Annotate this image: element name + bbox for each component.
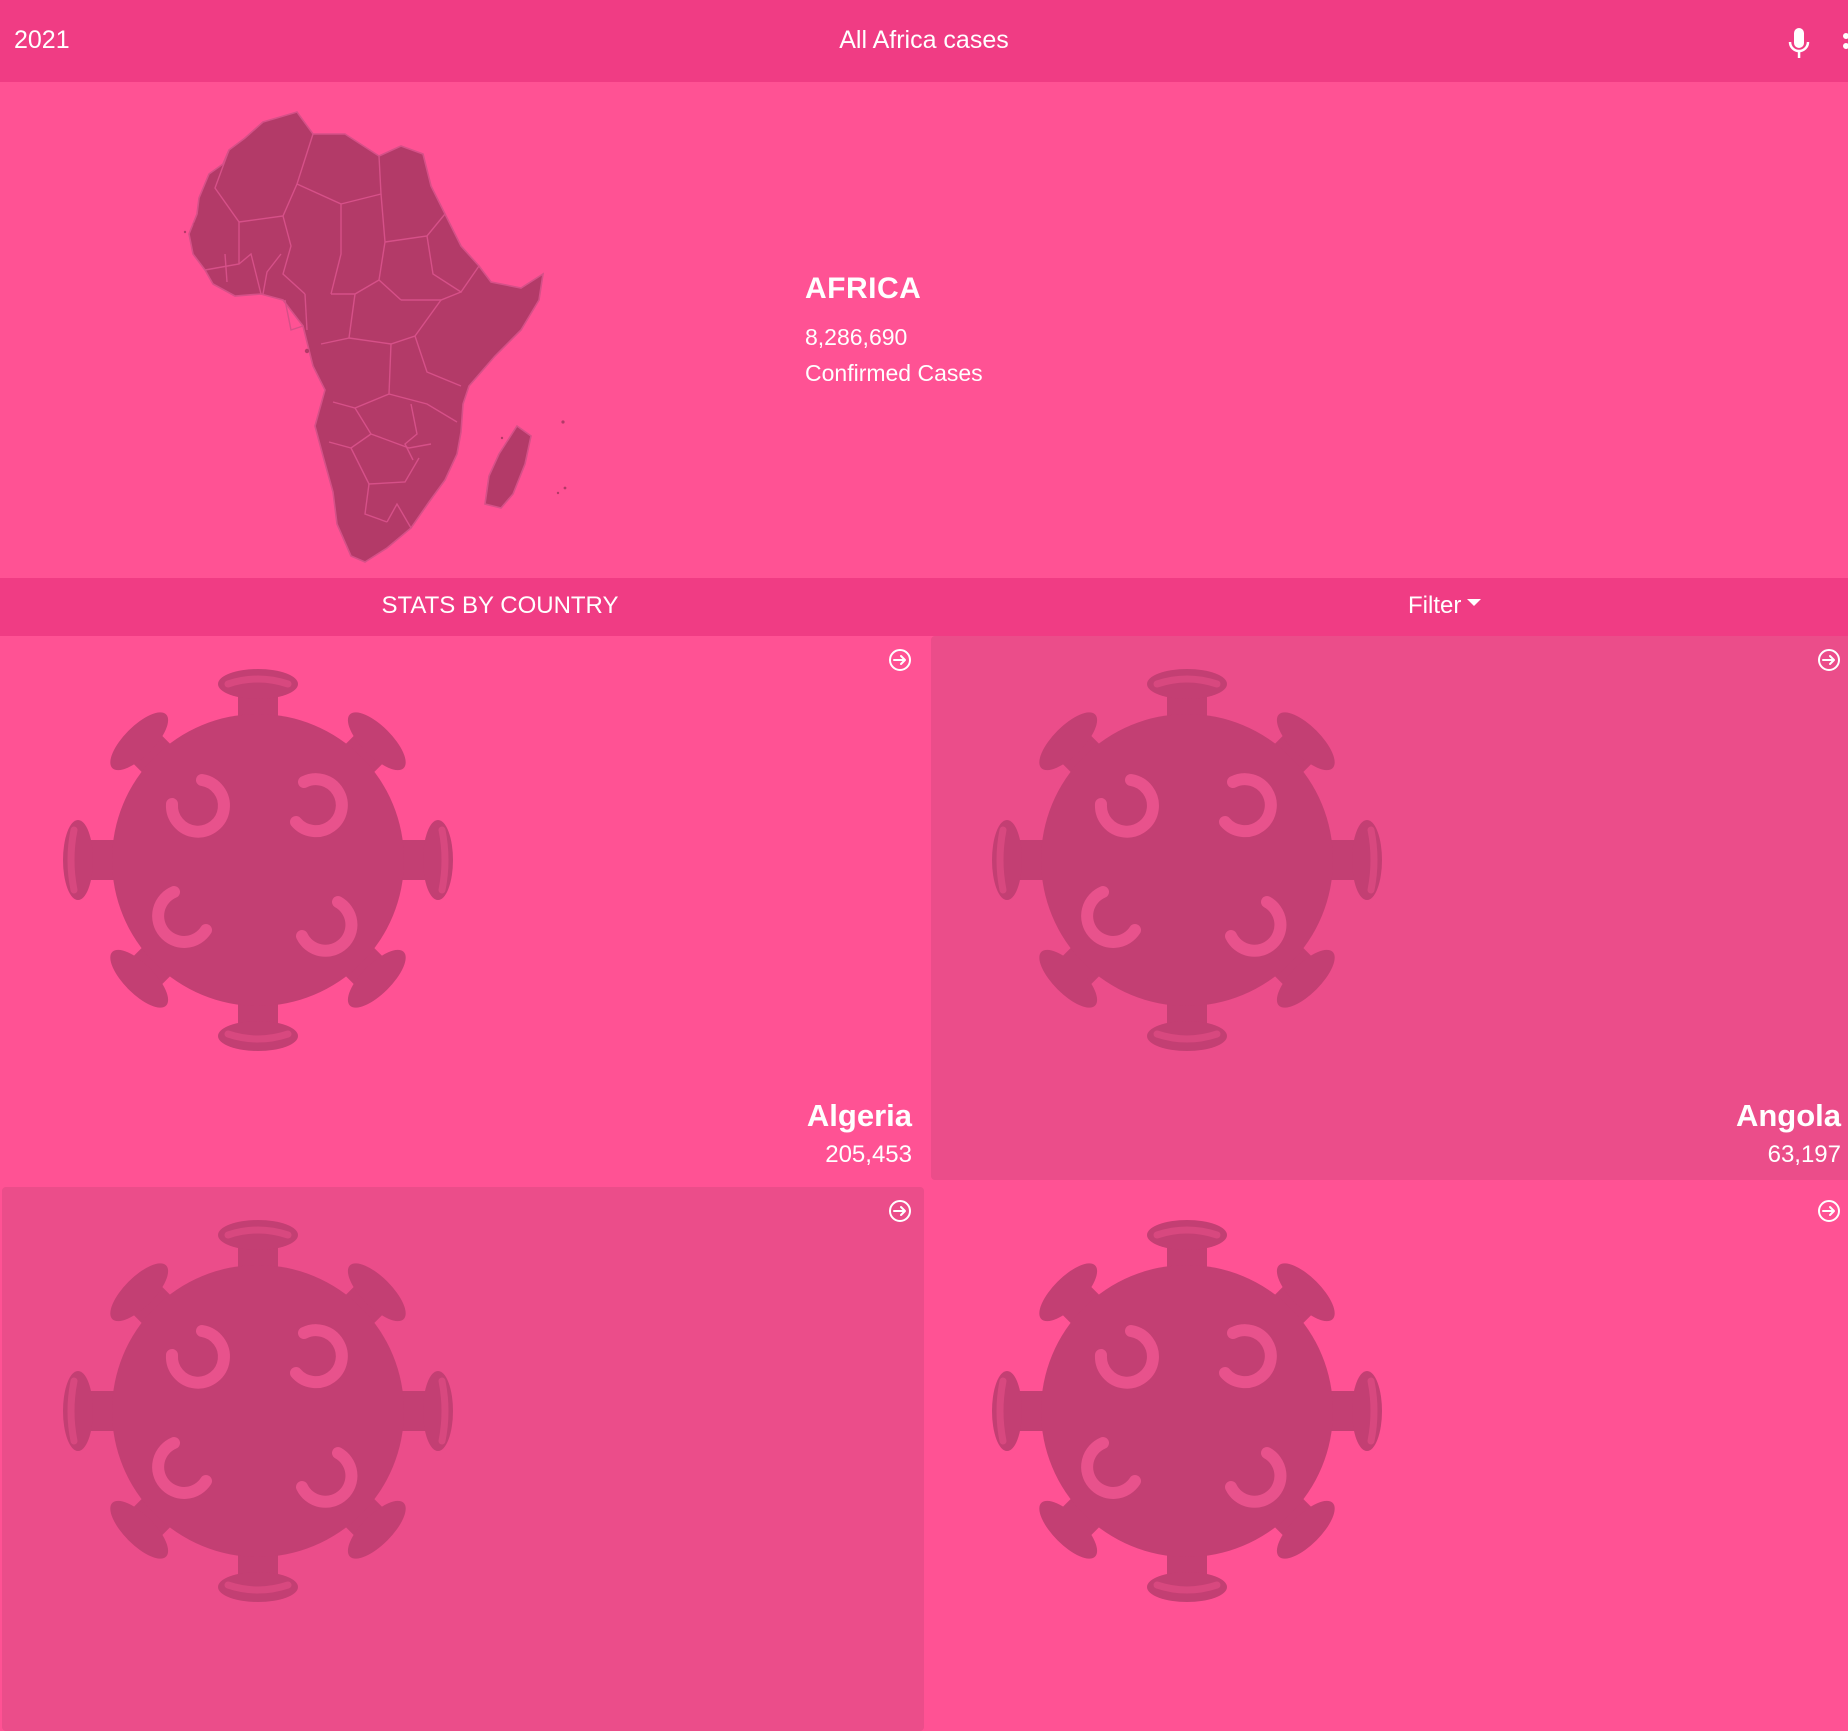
arrow-right-circle-icon[interactable] — [888, 1199, 912, 1223]
country-card-angola[interactable]: Angola 63,197 — [931, 636, 1848, 1180]
top-app-bar: 2021 All Africa cases — [0, 0, 1848, 82]
virus-icon — [52, 654, 464, 1066]
summary-panel: AFRICA 8,286,690 Confirmed Cases — [0, 82, 1848, 578]
microphone-icon[interactable] — [1786, 26, 1812, 62]
stats-header: STATS BY COUNTRY Filter — [0, 578, 1848, 636]
africa-map — [165, 104, 615, 564]
country-card[interactable] — [931, 1187, 1848, 1731]
page-title: All Africa cases — [839, 26, 1009, 54]
country-card[interactable] — [2, 1187, 924, 1731]
caret-down-icon — [1467, 599, 1482, 607]
virus-icon — [981, 1205, 1393, 1617]
more-icon[interactable] — [1836, 26, 1848, 62]
arrow-right-circle-icon[interactable] — [1817, 1199, 1841, 1223]
filter-dropdown[interactable]: Filter — [1408, 592, 1482, 620]
stats-title: STATS BY COUNTRY — [381, 592, 619, 619]
country-name: Algeria — [806, 1098, 912, 1133]
total-cases: 8,286,690 — [805, 324, 908, 350]
arrow-right-circle-icon[interactable] — [1817, 648, 1841, 672]
country-cases: 63,197 — [1767, 1141, 1841, 1168]
filter-label: Filter — [1408, 592, 1462, 619]
virus-icon — [981, 654, 1393, 1066]
country-card-algeria[interactable]: Algeria 205,453 — [2, 636, 924, 1180]
country-name: Angola — [1735, 1098, 1841, 1133]
cases-label: Confirmed Cases — [805, 360, 983, 386]
region-name: AFRICA — [805, 272, 922, 305]
virus-icon — [52, 1205, 464, 1617]
arrow-right-circle-icon[interactable] — [888, 648, 912, 672]
country-cases: 205,453 — [825, 1141, 912, 1168]
